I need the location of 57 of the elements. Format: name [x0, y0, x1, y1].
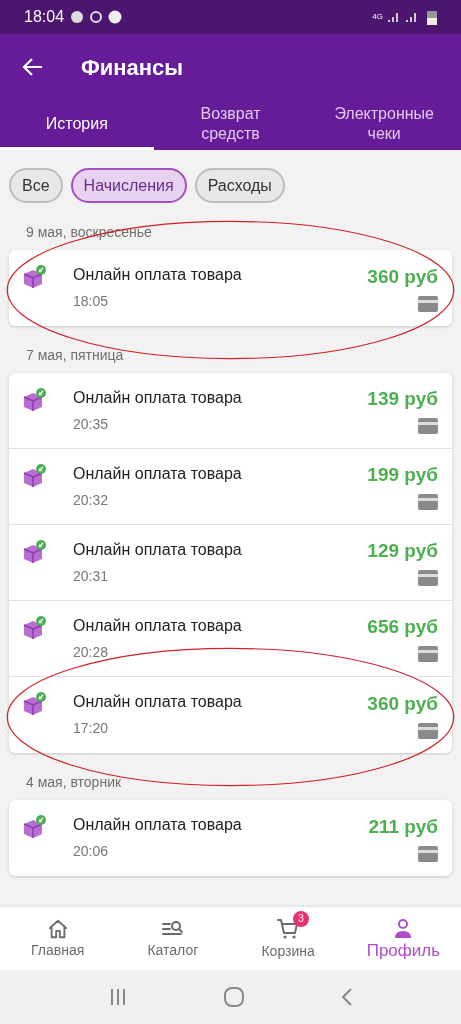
transaction-amount: 360 руб [367, 264, 438, 289]
bank-card-icon [418, 494, 438, 510]
transaction-time: 20:35 [73, 414, 110, 434]
bank-card-icon [418, 418, 438, 434]
parcel-icon [22, 815, 46, 839]
date-header: 4 мая, вторник [25, 773, 123, 792]
transaction-time: 20:31 [73, 566, 110, 586]
nav-item[interactable]: Главная [0, 907, 116, 970]
home-button-icon[interactable] [223, 987, 244, 1007]
parcel-icon [22, 265, 46, 289]
parcel-icon [22, 692, 46, 716]
transaction-title: Онлайн оплата товара [73, 387, 243, 408]
home-icon [46, 917, 69, 940]
parcel-icon [22, 616, 46, 640]
recent-apps-icon[interactable] [108, 988, 127, 1006]
transaction-time: 20:28 [73, 642, 110, 662]
bank-card-icon [418, 295, 438, 312]
transaction-time: 20:06 [73, 842, 110, 861]
nav-item[interactable]: Профиль [345, 907, 461, 970]
transaction-title: Онлайн оплата товара [73, 265, 243, 285]
transaction-amount: 129 руб [367, 539, 438, 563]
filter-chip[interactable]: Расходы [194, 168, 285, 203]
transaction-title: Онлайн оплата товара [73, 463, 243, 484]
nav-item[interactable]: 3 Корзина [230, 907, 346, 970]
transaction-title: Онлайн оплата товара [73, 539, 243, 560]
transaction-time: 17:20 [73, 719, 110, 738]
transaction-title: Онлайн оплата товара [73, 692, 243, 712]
transaction-amount: 139 руб [367, 387, 438, 411]
transaction-title: Онлайн оплата товара [73, 615, 243, 636]
filter-chip[interactable]: Начисления [70, 168, 187, 203]
tab[interactable]: История [0, 100, 154, 150]
transaction-amount: 360 руб [367, 691, 438, 716]
nav-item[interactable]: Каталог [115, 907, 231, 970]
filter-chip[interactable]: Все [9, 168, 63, 203]
battery-icon [427, 9, 437, 25]
transaction-amount: 211 руб [368, 814, 438, 839]
transaction-amount: 656 руб [367, 615, 438, 639]
tab[interactable]: Возврат средств [153, 100, 308, 150]
transaction-amount: 199 руб [367, 463, 438, 487]
back-icon[interactable] [340, 988, 353, 1006]
back-arrow-icon[interactable] [22, 57, 44, 77]
network-type: 4G [372, 13, 383, 21]
parcel-icon [22, 540, 46, 564]
cart-count-badge: 3 [293, 910, 310, 927]
bank-card-icon [418, 646, 438, 662]
tab[interactable]: Электронные чеки [307, 100, 461, 150]
transaction-time: 18:05 [73, 292, 110, 311]
parcel-icon [22, 464, 46, 488]
page-title: Финансы [81, 53, 184, 82]
bank-card-icon [418, 722, 438, 739]
transaction-time: 20:32 [73, 490, 110, 510]
date-header: 7 мая, пятница [25, 346, 125, 365]
clock: 18:04 [24, 7, 65, 27]
bank-card-icon [418, 845, 438, 862]
transaction-title: Онлайн оплата товара [73, 815, 243, 835]
parcel-icon [22, 388, 46, 412]
bank-card-icon [418, 570, 438, 586]
